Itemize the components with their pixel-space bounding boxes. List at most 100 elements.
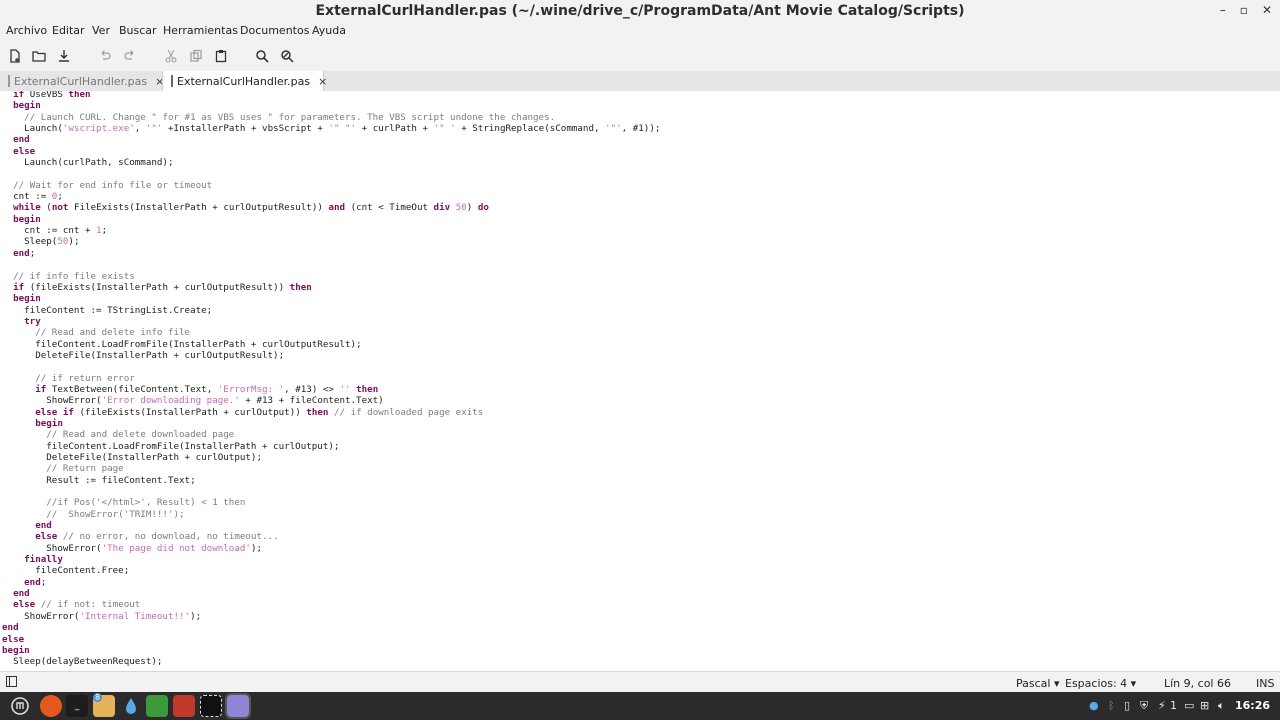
code-line[interactable]: try [2,316,660,327]
code-token: then [356,383,379,395]
code-line[interactable]: fileContent.LoadFromFile(InstallerPath +… [2,441,660,452]
code-line[interactable]: begin [2,418,660,429]
code-line[interactable]: begin [2,100,660,111]
code-line[interactable]: Launch('wscript.exe', '"' +InstallerPath… [2,123,660,134]
search-icon[interactable] [252,46,272,66]
files-icon[interactable]: 8 [93,693,115,717]
code-line[interactable]: ShowError('Internal Timeout!!'); [2,611,660,622]
tab-active[interactable]: ExternalCurlHandler.pas × [162,71,327,91]
drop-tray-icon[interactable]: ● [1089,699,1099,712]
code-line[interactable]: end [2,588,660,599]
open-icon[interactable] [29,46,49,66]
redo-icon[interactable] [120,46,140,66]
inkscape-icon[interactable] [146,695,168,717]
code-line[interactable]: Sleep(50); [2,236,660,247]
code-line[interactable] [2,486,660,497]
code-token: ShowError( [2,542,102,554]
menu-editar[interactable]: Editar [52,24,85,37]
code-line[interactable]: fileContent := TStringList.Create; [2,305,660,316]
code-line[interactable]: // ShowError('TRIM!!!'); [2,509,660,520]
copy-icon[interactable] [186,46,206,66]
clipboard-icon[interactable]: ▯ [1124,699,1130,712]
undo-icon[interactable] [95,46,115,66]
code-line[interactable] [2,361,660,372]
terminal-icon[interactable]: _ [66,695,88,717]
code-line[interactable]: Launch(curlPath, sCommand); [2,157,660,168]
code-line[interactable]: else if (fileExists(InstallerPath + curl… [2,407,660,418]
menu-ver[interactable]: Ver [92,24,110,37]
code-text[interactable]: if UseVBS then begin // Launch CURL. Cha… [2,91,660,668]
code-line[interactable]: // Wait for end info file or timeout [2,180,660,191]
code-line[interactable]: // if return error [2,373,660,384]
new-document-icon[interactable] [5,46,25,66]
code-line[interactable]: end [2,134,660,145]
network-icon[interactable]: ⊞ [1200,699,1209,712]
code-line[interactable]: end; [2,577,660,588]
code-line[interactable]: if TextBetween(fileContent.Text, 'ErrorM… [2,384,660,395]
code-line[interactable]: end [2,520,660,531]
code-line[interactable]: // Launch CURL. Change " for #1 as VBS u… [2,112,660,123]
code-line[interactable]: cnt := 0; [2,191,660,202]
maximize-icon[interactable]: ▫ [1240,3,1248,17]
code-line[interactable]: // Return page [2,463,660,474]
code-line[interactable]: //if Pos('</html>', Result) < 1 then [2,497,660,508]
code-line[interactable]: // Read and delete downloaded page [2,429,660,440]
minimize-icon[interactable]: – [1220,3,1226,17]
video-icon[interactable] [200,695,222,717]
code-line[interactable]: else [2,634,660,645]
code-line[interactable]: fileContent.Free; [2,565,660,576]
bluetooth-icon[interactable]: ᛒ [1108,699,1115,712]
code-line[interactable]: begin [2,645,660,656]
code-line[interactable]: else // no error, no download, no timeou… [2,531,660,542]
sidebar-toggle-icon[interactable] [6,676,17,690]
text-editor-icon[interactable] [225,693,251,719]
tab-inactive[interactable]: ExternalCurlHandler.pas × [0,71,164,91]
code-line[interactable]: finally [2,554,660,565]
code-line[interactable]: fileContent.LoadFromFile(InstallerPath +… [2,339,660,350]
code-token: fileContent.Free; [2,565,130,577]
code-editor[interactable]: if UseVBS then begin // Launch CURL. Cha… [0,91,1280,671]
menu-herramientas[interactable]: Herramientas [163,24,238,37]
menu-icon[interactable] [9,695,31,717]
language-selector[interactable]: Pascal ▾ [1016,677,1060,690]
menu-documentos[interactable]: Documentos [240,24,309,37]
code-line[interactable]: cnt := cnt + 1; [2,225,660,236]
menu-ayuda[interactable]: Ayuda [312,24,346,37]
code-line[interactable]: end [2,622,660,633]
firefox-icon[interactable] [40,695,62,717]
code-line[interactable]: DeleteFile(InstallerPath + curlOutput); [2,452,660,463]
code-line[interactable]: DeleteFile(InstallerPath + curlOutputRes… [2,350,660,361]
code-line[interactable]: ShowError('Error downloading page.' + #1… [2,395,660,406]
drop-icon[interactable] [120,695,142,717]
code-line[interactable]: end; [2,248,660,259]
shield-icon[interactable]: ⛨ [1140,699,1148,713]
code-line[interactable]: begin [2,293,660,304]
code-line[interactable]: // if info file exists [2,271,660,282]
close-icon[interactable]: ✕ [1262,3,1272,17]
code-line[interactable]: ShowError('The page did not download'); [2,543,660,554]
tab-close-icon[interactable]: × [318,75,327,88]
battery-icon[interactable]: ▭ [1184,699,1194,712]
code-line[interactable]: if UseVBS then [2,91,660,100]
code-token: // Read and delete downloaded page [46,429,235,441]
code-line[interactable]: Result := fileContent.Text; [2,475,660,486]
volume-icon[interactable]: 🔈︎ [1218,699,1225,713]
code-line[interactable]: while (not FileExists(InstallerPath + cu… [2,202,660,213]
code-line[interactable]: else [2,146,660,157]
code-line[interactable]: // Read and delete info file [2,327,660,338]
lightning-icon[interactable]: ⚡ [1158,699,1166,712]
replace-icon[interactable] [277,46,297,66]
paste-icon[interactable] [211,46,231,66]
cut-icon[interactable] [161,46,181,66]
save-download-icon[interactable] [54,46,74,66]
code-line[interactable]: Sleep(delayBetweenRequest); [2,656,660,667]
gimp-icon[interactable] [173,695,195,717]
code-line[interactable]: begin [2,214,660,225]
code-line[interactable] [2,259,660,270]
menu-buscar[interactable]: Buscar [119,24,157,37]
spaces-selector[interactable]: Espacios: 4 ▾ [1065,677,1136,690]
code-line[interactable]: else // if not: timeout [2,599,660,610]
code-line[interactable] [2,168,660,179]
menu-archivo[interactable]: Archivo [6,24,47,37]
code-line[interactable]: if (fileExists(InstallerPath + curlOutpu… [2,282,660,293]
